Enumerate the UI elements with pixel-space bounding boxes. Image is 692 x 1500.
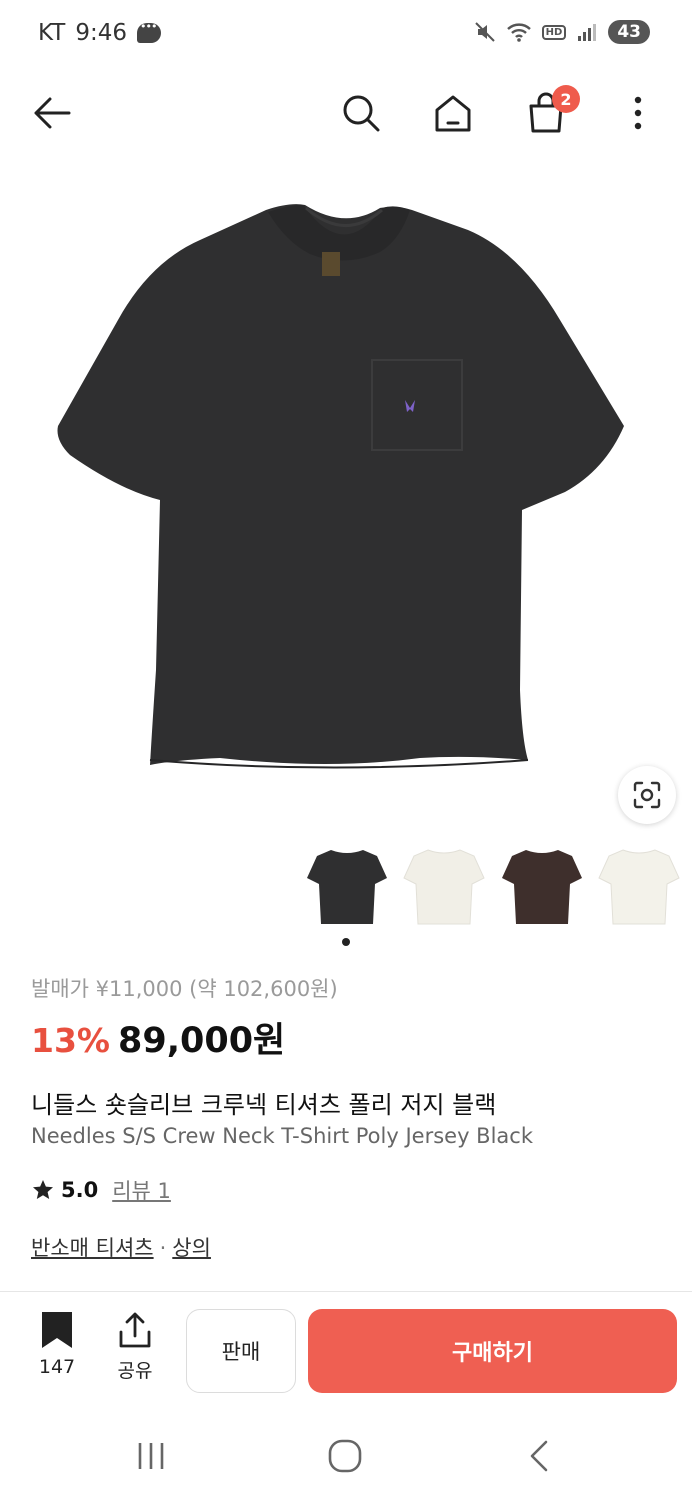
- status-left: KT 9:46: [38, 20, 162, 46]
- status-right: HD 43: [474, 20, 650, 44]
- release-price: 발매가 ¥11,000 (약 102,600원): [31, 977, 338, 1001]
- buy-button[interactable]: 구매하기: [308, 1309, 677, 1393]
- signal-icon: [578, 24, 597, 41]
- app-top-bar: 2: [0, 75, 692, 151]
- sell-button[interactable]: 판매: [186, 1309, 296, 1393]
- color-thumbnails: [0, 842, 692, 932]
- image-search-button[interactable]: [618, 766, 676, 824]
- cart-count-badge: 2: [552, 85, 580, 113]
- system-navigation-bar: [0, 1418, 692, 1500]
- review-link[interactable]: 리뷰 1: [112, 1175, 171, 1205]
- home-system-button[interactable]: [305, 1418, 385, 1494]
- mute-icon: [474, 22, 495, 42]
- thumbnail-shirt-1: [307, 850, 387, 924]
- status-bar: KT 9:46 HD 43: [0, 0, 692, 70]
- arrow-left-icon: [34, 97, 71, 129]
- search-button[interactable]: [331, 75, 391, 151]
- sale-price: 89,000원: [118, 1021, 286, 1061]
- thumbnail-selected-indicator: [342, 938, 350, 946]
- chat-notification-icon: [137, 20, 162, 43]
- clock: 9:46: [75, 20, 128, 46]
- recent-apps-button[interactable]: [111, 1418, 191, 1494]
- rating-value: 5.0: [61, 1178, 99, 1202]
- product-title-korean: 니들스 숏슬리브 크루넥 티셔츠 폴리 저지 블랙: [31, 1091, 497, 1119]
- search-icon: [343, 95, 380, 132]
- product-image[interactable]: [0, 170, 692, 820]
- more-vertical-icon: [634, 96, 642, 130]
- home-button[interactable]: [423, 75, 483, 151]
- battery-indicator: 43: [608, 20, 650, 44]
- back-button[interactable]: [22, 75, 82, 151]
- thumbnail-shirt-3: [502, 850, 582, 924]
- camera-lens-icon: [633, 781, 661, 809]
- category-main-link[interactable]: 상의: [172, 1236, 211, 1260]
- chevron-left-icon: [530, 1440, 548, 1472]
- home-circle-icon: [328, 1439, 362, 1473]
- share-icon: [119, 1312, 151, 1348]
- hd-badge: HD: [541, 24, 567, 40]
- discount-rate: 13%: [31, 1021, 110, 1060]
- thumbnail-black[interactable]: [305, 842, 389, 932]
- category-separator: ·: [159, 1236, 167, 1260]
- product-title-english: Needles S/S Crew Neck T-Shirt Poly Jerse…: [31, 1124, 534, 1148]
- thumbnail-shirt-2: [403, 849, 485, 925]
- more-options-button[interactable]: [608, 75, 668, 151]
- price-row: 13% 89,000원: [31, 1012, 285, 1063]
- thumbnail-white[interactable]: [402, 842, 486, 932]
- system-back-button[interactable]: [499, 1418, 579, 1494]
- star-icon: [33, 1180, 53, 1199]
- tshirt-image: [57, 204, 624, 769]
- share-label: 공유: [117, 1360, 153, 1382]
- bookmark-count: 147: [38, 1356, 76, 1378]
- wifi-icon: [506, 23, 531, 42]
- category-breadcrumb: 반소매 티셔츠 · 상의: [31, 1232, 211, 1262]
- rating-row: 5.0 리뷰 1: [31, 1175, 171, 1205]
- cart-button[interactable]: 2: [516, 75, 580, 151]
- share-button[interactable]: 공유: [100, 1310, 170, 1390]
- bookmark-icon: [42, 1312, 72, 1348]
- category-subcategory-link[interactable]: 반소매 티셔츠: [31, 1236, 154, 1260]
- carrier-label: KT: [38, 20, 66, 46]
- recent-apps-icon: [138, 1443, 164, 1469]
- thumbnail-shirt-4: [598, 849, 680, 925]
- bookmark-button[interactable]: 147: [22, 1310, 92, 1390]
- thumbnail-brown[interactable]: [500, 842, 584, 932]
- thumbnail-ivory[interactable]: [597, 842, 681, 932]
- bottom-action-bar: 147 공유 판매 구매하기: [0, 1291, 692, 1411]
- home-icon: [435, 95, 471, 132]
